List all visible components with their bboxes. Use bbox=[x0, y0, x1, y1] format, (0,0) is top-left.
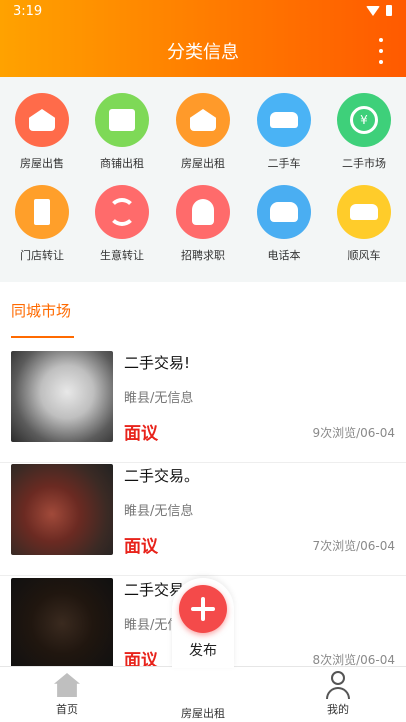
category-label: 商铺出租 bbox=[100, 157, 144, 170]
listing-title: 二手交易! bbox=[124, 354, 191, 372]
listing-price: 面议 bbox=[124, 537, 158, 557]
category-business-transfer[interactable]: 生意转让 bbox=[82, 185, 162, 263]
dot-icon bbox=[379, 60, 383, 64]
listing-views: 9次浏览/06-04 bbox=[312, 426, 395, 440]
category-grid: 房屋出售 商铺出租 房屋出租 二手车 ¥ 二手市场 门店转让 生意转让 招聘求职… bbox=[0, 77, 406, 282]
category-label: 门店转让 bbox=[20, 249, 64, 262]
listing-location: 睢县/无信息 bbox=[124, 391, 194, 406]
home-icon bbox=[54, 673, 80, 697]
category-label: 二手车 bbox=[267, 157, 301, 170]
nav-label: 我的 bbox=[327, 703, 349, 716]
app-header: 3:19 分类信息 bbox=[0, 0, 406, 77]
category-used-car[interactable]: 二手车 bbox=[244, 93, 324, 171]
bottom-nav: 首页 房屋出租 我的 bbox=[0, 666, 406, 722]
category-second-hand-market[interactable]: ¥ 二手市场 bbox=[324, 93, 404, 171]
category-house-rent[interactable]: 房屋出租 bbox=[163, 93, 243, 171]
listing-thumbnail bbox=[11, 578, 113, 666]
nav-home[interactable]: 首页 bbox=[32, 667, 102, 717]
listing-price: 面议 bbox=[124, 424, 158, 444]
publish-label: 发布 bbox=[189, 643, 217, 659]
used-car-icon bbox=[257, 93, 311, 147]
category-label: 生意转让 bbox=[100, 249, 144, 262]
house-rent-icon bbox=[176, 93, 230, 147]
tab-local-market[interactable]: 同城市场 bbox=[11, 300, 71, 321]
publish-button[interactable] bbox=[179, 585, 227, 633]
sync-icon bbox=[95, 185, 149, 239]
listing-location: 睢县/无信息 bbox=[124, 504, 194, 519]
shop-icon bbox=[95, 93, 149, 147]
listing-title: 二手交易。 bbox=[124, 467, 200, 485]
nav-profile[interactable]: 我的 bbox=[303, 667, 373, 717]
category-label: 房屋出售 bbox=[20, 157, 64, 170]
more-options-button[interactable] bbox=[376, 38, 386, 64]
person-icon bbox=[176, 185, 230, 239]
list-item[interactable]: 二手交易。 睢县/无信息 面议 7次浏览/06-04 bbox=[0, 464, 406, 576]
page-title: 分类信息 bbox=[167, 42, 239, 63]
category-carpool[interactable]: 顺风车 bbox=[324, 185, 404, 263]
car-icon bbox=[337, 185, 391, 239]
dot-icon bbox=[379, 38, 383, 42]
door-icon bbox=[15, 185, 69, 239]
category-store-transfer[interactable]: 门店转让 bbox=[2, 185, 82, 263]
wifi-icon bbox=[366, 5, 380, 16]
user-icon bbox=[325, 671, 351, 699]
listing-price: 面议 bbox=[124, 651, 158, 666]
category-label: 电话本 bbox=[267, 249, 301, 262]
house-sale-icon bbox=[15, 93, 69, 147]
category-recruitment[interactable]: 招聘求职 bbox=[163, 185, 243, 263]
nav-label: 首页 bbox=[56, 703, 78, 716]
listing-views: 8次浏览/06-04 bbox=[312, 653, 395, 666]
category-shop-rent[interactable]: 商铺出租 bbox=[82, 93, 162, 171]
status-icons bbox=[366, 5, 392, 16]
listing-views: 7次浏览/06-04 bbox=[312, 539, 395, 553]
nav-label: 房屋出租 bbox=[181, 707, 225, 720]
status-time: 3:19 bbox=[13, 4, 43, 19]
dot-icon bbox=[379, 49, 383, 53]
category-label: 二手市场 bbox=[342, 157, 386, 170]
category-label: 房屋出租 bbox=[181, 157, 225, 170]
category-label: 顺风车 bbox=[347, 249, 381, 262]
publish-button-container: 发布 bbox=[172, 578, 234, 668]
tab-underline bbox=[11, 336, 74, 338]
listing-thumbnail bbox=[11, 351, 113, 442]
battery-icon bbox=[386, 5, 392, 16]
category-house-sale[interactable]: 房屋出售 bbox=[2, 93, 82, 171]
nav-house-rent[interactable]: 房屋出租 bbox=[168, 667, 238, 721]
category-label: 招聘求职 bbox=[181, 249, 225, 262]
phone-icon bbox=[257, 185, 311, 239]
listing-thumbnail bbox=[11, 464, 113, 555]
category-phonebook[interactable]: 电话本 bbox=[244, 185, 324, 263]
yuan-cycle-icon: ¥ bbox=[337, 93, 391, 147]
list-item[interactable]: 二手交易! 睢县/无信息 面议 9次浏览/06-04 bbox=[0, 351, 406, 463]
